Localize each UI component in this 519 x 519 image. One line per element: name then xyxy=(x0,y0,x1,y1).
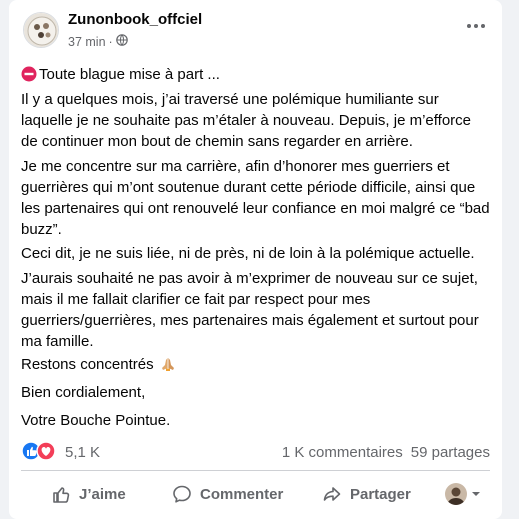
comment-icon xyxy=(173,485,191,503)
post-actions: J’aime Commenter Partager xyxy=(9,474,502,514)
reaction-profile-selector[interactable] xyxy=(445,474,481,514)
post-paragraph-text: Toute blague mise à part ... xyxy=(39,66,220,83)
shares-count[interactable]: 59 partages xyxy=(411,444,490,461)
post-paragraph: Restons concentrés xyxy=(21,354,491,375)
post-card: Zunonbook_offciel 37 min · Toute blague … xyxy=(9,0,502,519)
thumbs-up-icon xyxy=(53,487,70,503)
share-label: Partager xyxy=(350,485,411,503)
like-button[interactable]: J’aime xyxy=(51,474,126,514)
globe-icon[interactable] xyxy=(115,34,128,49)
love-reaction-icon xyxy=(36,441,56,461)
post-paragraph: Il y a quelques mois, j’ai traversé une … xyxy=(21,91,471,150)
like-label: J’aime xyxy=(79,485,126,503)
more-options-icon[interactable] xyxy=(462,12,490,40)
post-paragraph: Je me concentre sur ma carrière, afin d’… xyxy=(21,158,490,238)
comment-button[interactable]: Commenter xyxy=(172,474,283,514)
post-paragraph-text: Restons concentrés xyxy=(21,356,154,373)
comments-count[interactable]: 1 K commentaires xyxy=(282,444,403,461)
author-avatar[interactable] xyxy=(23,12,59,48)
avatar-image xyxy=(24,13,58,47)
reaction-icons[interactable] xyxy=(21,441,56,461)
post-paragraph: Ceci dit, je ne suis liée, ni de près, n… xyxy=(21,245,475,262)
share-arrow-icon xyxy=(323,487,341,501)
comment-label: Commenter xyxy=(200,485,284,503)
post-meta: 37 min · xyxy=(68,34,128,49)
actions-divider xyxy=(21,470,490,471)
profile-avatar xyxy=(445,483,467,505)
post-timestamp[interactable]: 37 min xyxy=(68,35,106,49)
post-paragraph: Bien cordialement, xyxy=(21,384,146,401)
praying-hands-icon xyxy=(161,358,174,371)
chevron-down-icon xyxy=(472,492,480,496)
share-button[interactable]: Partager xyxy=(322,474,411,514)
meta-separator: · xyxy=(108,34,113,49)
post-header: Zunonbook_offciel 37 min · xyxy=(9,0,502,60)
post-stats: 5,1 K 1 K commentaires 59 partages xyxy=(9,436,502,468)
author-name[interactable]: Zunonbook_offciel xyxy=(68,11,202,28)
reactions-count[interactable]: 5,1 K xyxy=(65,444,100,461)
engagement-stats: 1 K commentaires 59 partages xyxy=(282,444,490,461)
no-entry-icon xyxy=(21,66,37,82)
post-paragraph: Votre Bouche Pointue. xyxy=(21,412,171,429)
post-paragraph: Toute blague mise à part ... xyxy=(21,64,491,85)
post-paragraph: J’aurais souhaité ne pas avoir à m’expri… xyxy=(21,270,479,350)
